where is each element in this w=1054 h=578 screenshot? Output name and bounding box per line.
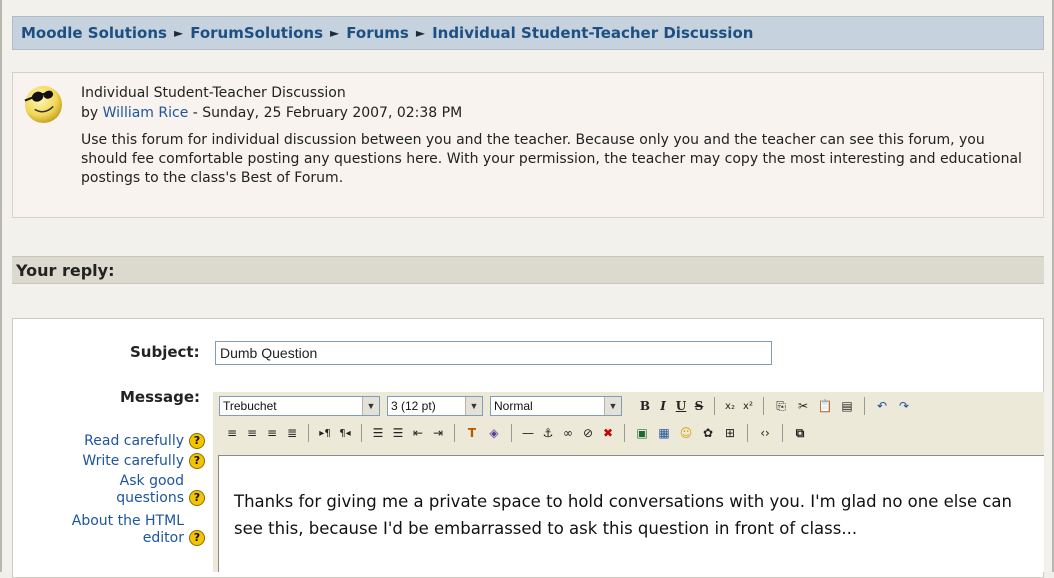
align-right-icon[interactable]: ≡ <box>262 426 282 440</box>
help-link-write-carefully[interactable]: Write carefully <box>82 453 184 469</box>
justify-icon[interactable]: ≣ <box>282 426 302 440</box>
subject-label: Subject: <box>130 343 200 361</box>
breadcrumb-item-forums[interactable]: Forums <box>346 24 409 42</box>
author-link[interactable]: William Rice <box>103 105 189 121</box>
subject-input[interactable] <box>215 341 772 365</box>
chevron-down-icon: ▼ <box>362 397 379 415</box>
post-date: - Sunday, 25 February 2007, 02:38 PM <box>188 105 463 121</box>
toolbar-divider <box>864 397 865 415</box>
breadcrumb-item-moodle-solutions[interactable]: Moodle Solutions <box>21 24 167 42</box>
copy-icon[interactable]: ⎘ <box>770 399 792 414</box>
breadcrumb-item-current-forum[interactable]: Individual Student-Teacher Discussion <box>432 24 753 42</box>
paste-word-icon[interactable]: ▤ <box>836 399 858 413</box>
align-center-icon[interactable]: ≡ <box>242 426 262 440</box>
message-label: Message: <box>120 388 200 406</box>
chevron-down-icon: ▼ <box>604 397 621 415</box>
rtl-icon[interactable]: ¶◂ <box>335 428 355 439</box>
editor-toolbar-row1: B I U S x₂ x² ⎘ ✂ 📋 ▤ ↶ ↷ <box>636 396 915 416</box>
help-icon[interactable]: ? <box>189 530 205 546</box>
toolbar-divider <box>763 397 764 415</box>
font-size-select[interactable]: 3 (12 pt) ▼ <box>387 396 483 416</box>
superscript-icon[interactable]: x² <box>739 401 757 412</box>
toolbar-divider <box>511 424 512 442</box>
redo-icon[interactable]: ↷ <box>893 399 915 413</box>
bold-icon[interactable]: B <box>636 399 654 413</box>
help-icon[interactable]: ? <box>189 433 205 449</box>
cut-icon[interactable]: ✂ <box>792 399 814 413</box>
align-left-icon[interactable]: ≡ <box>222 426 242 440</box>
message-text[interactable]: Thanks for giving me a private space to … <box>234 488 1014 542</box>
unlink-icon[interactable]: ✖ <box>598 426 618 440</box>
font-family-select[interactable]: Trebuchet ▼ <box>219 396 380 416</box>
post-body: Use this forum for individual discussion… <box>81 132 1022 186</box>
undo-icon[interactable]: ↶ <box>871 399 893 413</box>
breadcrumb: Moodle Solutions ► ForumSolutions ► Foru… <box>12 16 1044 50</box>
post-byline: by William Rice - Sunday, 25 February 20… <box>81 105 462 121</box>
help-about-html-editor: About the HTML editor? <box>35 513 205 547</box>
paste-icon[interactable]: 📋 <box>814 399 836 413</box>
indent-icon[interactable]: ⇥ <box>428 426 448 440</box>
help-link-read-carefully[interactable]: Read carefully <box>84 433 184 449</box>
italic-icon[interactable]: I <box>654 399 672 413</box>
editor-toolbar-row2: ≡ ≡ ≡ ≣ ▸¶ ¶◂ ☰ ☰ ⇤ ⇥ T ◈ — ⚓ ∞ ⊘ ✖ ▣ ▦ … <box>222 423 811 443</box>
underline-icon[interactable]: U <box>672 399 690 413</box>
toolbar-divider <box>361 424 362 442</box>
breadcrumb-item-forumsolutions[interactable]: ForumSolutions <box>190 24 323 42</box>
unordered-list-icon[interactable]: ☰ <box>388 426 408 440</box>
smiley-avatar-icon <box>24 85 63 124</box>
anchor-icon[interactable]: ⚓ <box>538 426 558 440</box>
post-title: Individual Student-Teacher Discussion <box>81 85 346 101</box>
link-icon[interactable]: ∞ <box>558 426 578 440</box>
text-color-icon[interactable]: T <box>461 426 483 440</box>
ltr-icon[interactable]: ▸¶ <box>315 428 335 439</box>
outdent-icon[interactable]: ⇤ <box>408 426 428 440</box>
insert-table-icon[interactable]: ▦ <box>653 426 675 440</box>
breadcrumb-separator-icon: ► <box>415 26 426 40</box>
strikethrough-icon[interactable]: S <box>690 399 708 413</box>
breadcrumb-separator-icon: ► <box>173 26 184 40</box>
toolbar-divider <box>308 424 309 442</box>
html-source-icon[interactable]: ‹› <box>754 426 776 440</box>
search-replace-icon[interactable]: ⊞ <box>719 426 741 440</box>
help-write-carefully: Write carefully? <box>30 453 205 470</box>
chevron-down-icon: ▼ <box>465 397 482 415</box>
help-read-carefully: Read carefully? <box>30 433 205 450</box>
toolbar-divider <box>714 397 715 415</box>
toolbar-divider <box>624 424 625 442</box>
help-link-ask-good-questions[interactable]: Ask good questions <box>94 473 184 507</box>
toolbar-divider <box>454 424 455 442</box>
reply-section-header: Your reply: <box>12 256 1044 284</box>
toolbar-divider <box>747 424 748 442</box>
nolink-icon[interactable]: ⊘ <box>578 426 598 440</box>
background-color-icon[interactable]: ◈ <box>483 426 505 440</box>
horizontal-rule-icon[interactable]: — <box>518 426 538 440</box>
insert-image-icon[interactable]: ▣ <box>631 426 653 440</box>
help-icon[interactable]: ? <box>189 453 205 469</box>
forum-intro-post: Individual Student-Teacher Discussion by… <box>12 72 1044 218</box>
special-char-icon[interactable]: ✿ <box>697 426 719 440</box>
paragraph-style-select[interactable]: Normal ▼ <box>490 396 622 416</box>
ordered-list-icon[interactable]: ☰ <box>368 426 388 440</box>
fullscreen-icon[interactable]: ⧉ <box>789 426 811 441</box>
insert-smiley-icon[interactable]: ☺ <box>675 426 697 440</box>
subscript-icon[interactable]: x₂ <box>721 401 739 412</box>
breadcrumb-separator-icon: ► <box>330 26 340 40</box>
help-ask-good-questions: Ask good questions? <box>35 473 205 507</box>
help-icon[interactable]: ? <box>189 490 205 506</box>
byline-prefix: by <box>81 105 99 121</box>
help-link-about-html-editor[interactable]: About the HTML editor <box>66 513 184 547</box>
toolbar-divider <box>782 424 783 442</box>
